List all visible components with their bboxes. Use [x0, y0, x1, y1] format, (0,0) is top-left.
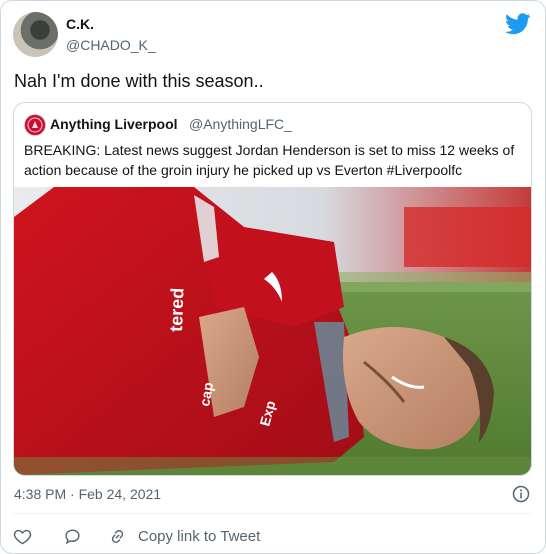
svg-text:tered: tered: [166, 287, 188, 332]
tweet-text: Nah I'm done with this season..: [14, 71, 264, 91]
quoted-avatar[interactable]: [24, 114, 46, 136]
tweet-timestamp[interactable]: 4:38 PM · Feb 24, 2021: [14, 486, 161, 502]
author-handle[interactable]: @CHADO_K_: [66, 37, 156, 53]
twitter-logo-icon[interactable]: [505, 13, 531, 35]
like-button[interactable]: [13, 525, 32, 547]
tweet-card: C.K. @CHADO_K_ Nah I'm done with this se…: [0, 0, 546, 554]
quoted-author-name[interactable]: Anything Liverpool: [50, 116, 178, 132]
reply-button[interactable]: [63, 525, 82, 547]
divider: [13, 513, 532, 514]
reply-icon: [65, 528, 80, 544]
author-avatar[interactable]: [13, 12, 58, 57]
info-icon[interactable]: [512, 485, 530, 503]
quoted-tweet-text: BREAKING: Latest news suggest Jordan Hen…: [24, 142, 515, 178]
link-icon: [111, 529, 124, 543]
copy-link-label: Copy link to Tweet: [138, 527, 261, 545]
quoted-tweet[interactable]: Anything Liverpool @AnythingLFC_ BREAKIN…: [13, 102, 532, 476]
heart-icon: [13, 529, 32, 544]
quoted-author-handle[interactable]: @AnythingLFC_: [189, 116, 292, 132]
liver-bird-icon: [27, 117, 43, 133]
quoted-tweet-image[interactable]: tered cap Exp: [14, 187, 531, 475]
copy-link-button[interactable]: Copy link to Tweet: [108, 525, 260, 547]
author-name[interactable]: C.K.: [66, 16, 94, 32]
